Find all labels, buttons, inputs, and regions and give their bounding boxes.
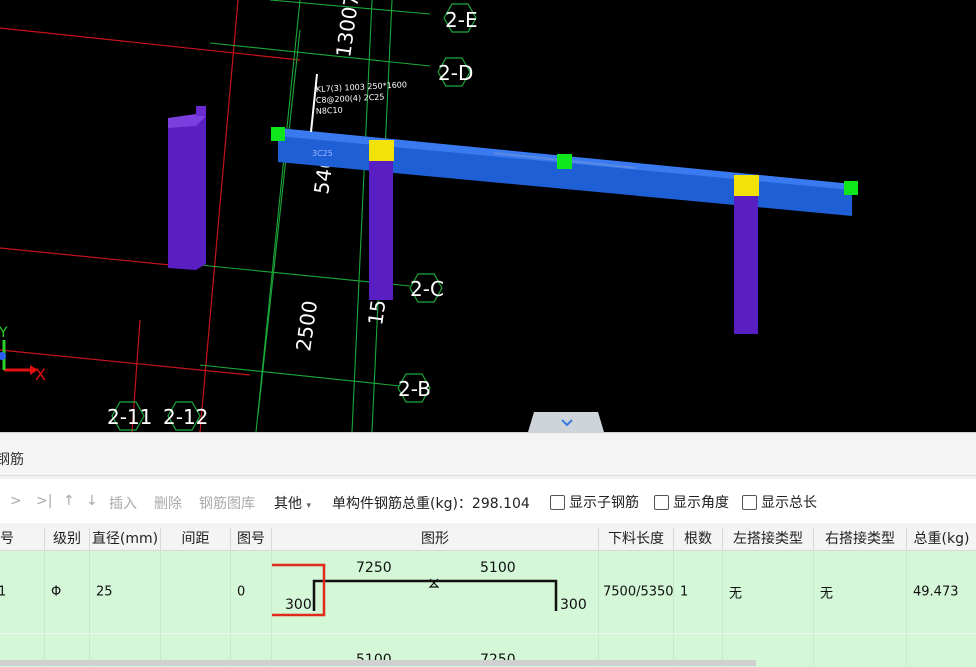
beam-annotation-line-2: C8@200(4) 2C25 — [316, 92, 385, 105]
show-total-length-checkbox[interactable]: 显示总长 — [742, 492, 817, 512]
cell-shape[interactable]: 7250 5100 300 300 — [272, 551, 599, 633]
move-up-button[interactable]: ↑ — [63, 493, 75, 509]
beam-column-left[interactable] — [369, 140, 394, 300]
checkbox-box — [742, 494, 757, 510]
col-header-count[interactable]: 根数 — [674, 528, 723, 551]
cell-no[interactable]: 1 — [0, 551, 45, 633]
shape-top-left-length: 7250 — [356, 560, 392, 576]
table-row[interactable]: 1 Φ 25 0 7250 5100 300 300 7500/5350 1 无… — [0, 551, 976, 633]
checkbox-box — [550, 494, 565, 510]
cell-count-value: 1 — [680, 584, 689, 600]
left-column[interactable] — [168, 106, 206, 270]
model-canvas: 2-E 2-D 2-C 2-B 2-11 2-12 13007 540 2500… — [0, 0, 858, 432]
show-angle-checkbox[interactable]: 显示角度 — [654, 492, 729, 512]
move-down-button[interactable]: ↓ — [86, 493, 98, 509]
other-label: 其他 — [274, 496, 302, 512]
dimension-2500: 2500 — [291, 299, 322, 353]
show-child-rebar-checkbox[interactable]: 显示子钢筋 — [550, 492, 639, 512]
cell-grade[interactable]: Φ — [45, 551, 90, 633]
shape-left-leg: 300 — [285, 597, 312, 613]
x-axis-label: X — [35, 365, 46, 384]
col-header-no[interactable]: 号 — [0, 528, 45, 551]
rebar-toolbar: > >| ↑ ↓ 插入 删除 钢筋图库 其他 ▾ 单构件钢筋总重(kg)：298… — [0, 479, 976, 523]
axis-label-2-e: 2-E — [445, 8, 478, 32]
cell-cut-length-value: 7500/5350 — [603, 584, 674, 600]
show-child-rebar-label: 显示子钢筋 — [569, 495, 639, 511]
cell-diameter-value: 25 — [96, 584, 113, 600]
cell-figure-no-value: 0 — [237, 584, 246, 600]
axis-label-2-b: 2-B — [398, 377, 431, 401]
collapse-panel-handle[interactable] — [528, 412, 604, 432]
axis-label-2-d: 2-D — [438, 61, 473, 85]
rebar-table: 号 级别 直径(mm) 间距 图号 图形 下料长度 根数 左搭接类型 右搭接类型… — [0, 528, 976, 667]
col-header-diameter[interactable]: 直径(mm) — [90, 528, 161, 551]
cell-right-lap-value: 无 — [820, 586, 834, 602]
rebar-shape-diagram: 7250 5100 300 300 — [272, 560, 587, 617]
axis-label-2-c: 2-C — [410, 277, 444, 301]
dimension-13007: 13007 — [331, 0, 364, 59]
insert-button[interactable]: 插入 — [109, 493, 137, 513]
green-gridlines — [199, 0, 431, 432]
show-angle-label: 显示角度 — [673, 495, 729, 511]
delete-button[interactable]: 删除 — [154, 493, 182, 513]
beam-annotation-line-3: N8C10 — [316, 106, 343, 116]
horizontal-scrollbar[interactable] — [0, 660, 756, 666]
chevron-down-icon: ▾ — [306, 501, 311, 511]
y-axis-label: Y — [0, 325, 8, 341]
col-header-shape[interactable]: 图形 — [272, 528, 599, 551]
total-weight-text: 单构件钢筋总重(kg)：298.104 — [332, 496, 530, 512]
cell-right-lap[interactable] — [814, 634, 907, 667]
col-header-left-lap[interactable]: 左搭接类型 — [723, 528, 814, 551]
cell-left-lap-value: 无 — [729, 586, 743, 602]
3d-viewport[interactable]: 2-E 2-D 2-C 2-B 2-11 2-12 13007 540 2500… — [0, 0, 976, 432]
cell-left-lap[interactable]: 无 — [723, 551, 814, 633]
col-header-cut-length[interactable]: 下料长度 — [599, 528, 674, 551]
rebar-panel-title: 钢筋 — [0, 452, 24, 468]
cell-spacing[interactable] — [161, 551, 231, 633]
last-button[interactable]: >| — [36, 493, 52, 509]
next-button[interactable]: > — [10, 493, 22, 509]
rebar-library-button[interactable]: 钢筋图库 — [199, 493, 255, 513]
col-header-spacing[interactable]: 间距 — [161, 528, 231, 551]
checkbox-box — [654, 494, 669, 510]
col-header-weight[interactable]: 总重(kg) — [907, 528, 976, 551]
cell-grade-value: Φ — [51, 584, 62, 600]
cell-right-lap[interactable]: 无 — [814, 551, 907, 633]
cell-weight[interactable]: 49.473 — [907, 551, 976, 633]
cell-cut-length[interactable]: 7500/5350 — [599, 551, 674, 633]
other-dropdown[interactable]: 其他 ▾ — [274, 493, 311, 513]
cell-count[interactable]: 1 — [674, 551, 723, 633]
shape-top-right-length: 5100 — [480, 560, 516, 576]
dimension-15: 15 — [363, 298, 390, 327]
col-header-grade[interactable]: 级别 — [45, 528, 90, 551]
shape-right-leg: 300 — [560, 597, 587, 613]
rebar-panel-header: 钢筋 — [0, 441, 976, 476]
rebar-panel: 钢筋 > >| ↑ ↓ 插入 删除 钢筋图库 其他 ▾ 单构件钢筋总重(kg)：… — [0, 432, 976, 667]
cell-diameter[interactable]: 25 — [90, 551, 161, 633]
axis-label-2-12: 2-12 — [163, 405, 208, 429]
col-header-right-lap[interactable]: 右搭接类型 — [814, 528, 907, 551]
axis-label-2-11: 2-11 — [107, 405, 152, 429]
cell-weight[interactable] — [907, 634, 976, 667]
beam-annotation-line-1: KL7(3) 1003 250*1600 — [316, 80, 408, 94]
cell-figure-no[interactable]: 0 — [231, 551, 272, 633]
cell-no-value: 1 — [0, 585, 6, 600]
cell-weight-value: 49.473 — [913, 584, 959, 600]
beam-column-right[interactable] — [734, 175, 759, 334]
col-header-figure-no[interactable]: 图号 — [231, 528, 272, 551]
beam-rebar-label: 3C25 — [312, 149, 333, 158]
show-total-length-label: 显示总长 — [761, 495, 817, 511]
